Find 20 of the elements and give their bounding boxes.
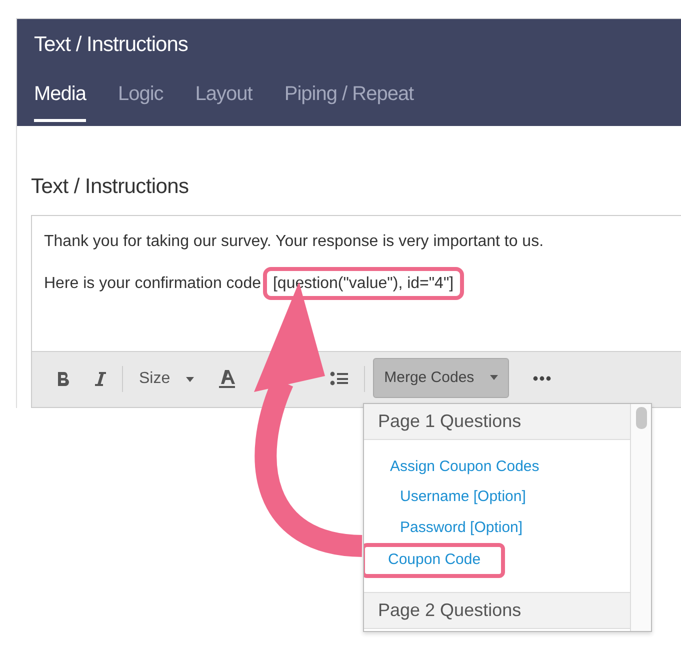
- merge-codes-button[interactable]: Merge Codes: [373, 358, 510, 398]
- menu-group-heading: Page 2 Questions: [364, 592, 630, 628]
- scrollbar-thumb[interactable]: [636, 406, 647, 428]
- merge-code: [question("value"), id="4"]: [262, 266, 464, 300]
- tab[interactable]: Media: [34, 78, 86, 122]
- menu-item[interactable]: Username [Option]: [364, 482, 526, 512]
- size-dropdown[interactable]: Size: [131, 363, 202, 395]
- panel-title: Text / Instructions: [34, 32, 189, 58]
- tab[interactable]: Piping / Repeat: [284, 78, 414, 122]
- menu-item[interactable]: Assign Coupon Codes: [364, 452, 540, 482]
- paragraph-text: Thank you for taking our survey. Your response is very important to us.: [44, 232, 544, 250]
- menu-item[interactable]: Coupon Code: [364, 543, 505, 578]
- menu-item[interactable]: Password [Option]: [364, 512, 523, 543]
- tab[interactable]: Layout: [195, 78, 252, 122]
- caret-icon: [490, 375, 498, 380]
- section-title: Text / Instructions: [31, 174, 190, 200]
- menu-group-heading: Page 1 Questions: [364, 404, 630, 440]
- paragraph-text: Here is your confirmation code: [44, 274, 261, 292]
- tab[interactable]: Logic: [118, 78, 164, 122]
- caret-icon: [186, 376, 194, 382]
